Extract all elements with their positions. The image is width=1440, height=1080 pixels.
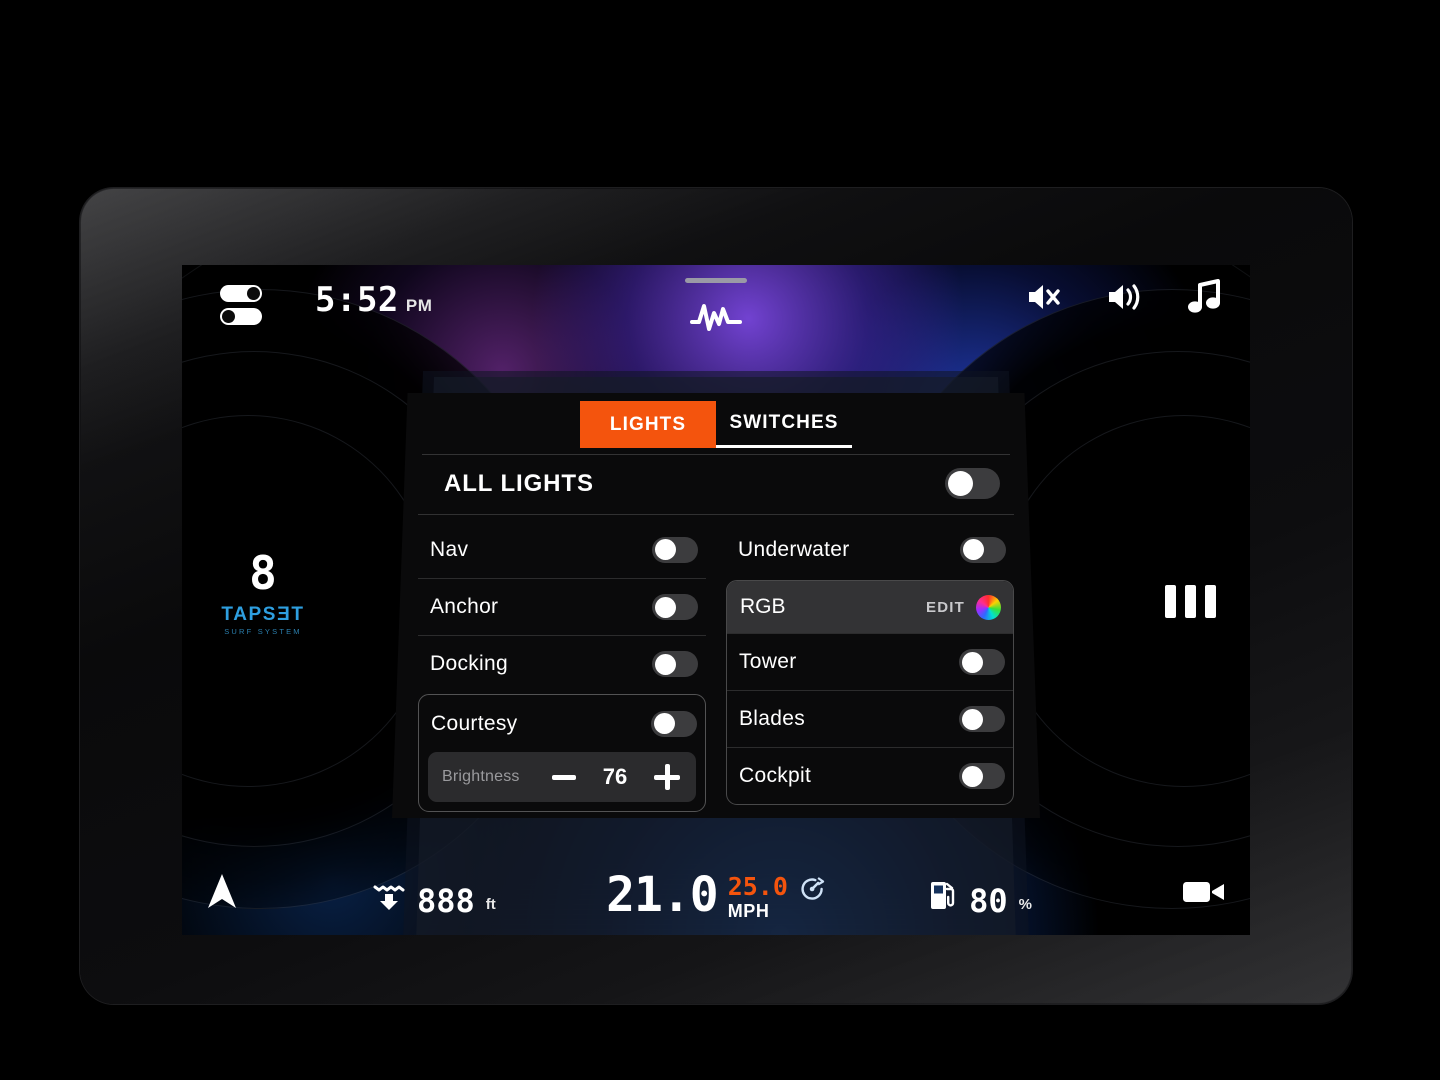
light-toggle-nav[interactable] — [652, 536, 698, 563]
drag-handle[interactable] — [685, 278, 747, 283]
tab-switches[interactable]: SWITCHES — [716, 401, 852, 448]
light-row-docking[interactable]: Docking — [418, 635, 706, 692]
clock: 5:52 PM — [315, 280, 432, 320]
fuel-pump-icon — [928, 878, 958, 917]
mute-icon[interactable] — [1026, 280, 1062, 314]
lights-columns: Nav Anchor Docking Courtesy Brightness 7… — [418, 521, 1014, 812]
light-row-tower[interactable]: Tower — [727, 633, 1013, 690]
toggle-knob — [963, 539, 984, 560]
taps-surf-system-widget[interactable]: 8 TAPSƎT SURF SYSTEM — [208, 550, 318, 636]
clock-time: 5:52 — [315, 280, 399, 320]
switch-track-top — [220, 285, 262, 302]
speed-value: 21.0 — [606, 867, 719, 923]
light-row-blades[interactable]: Blades — [727, 690, 1013, 747]
clock-meridiem: PM — [405, 296, 433, 315]
navigation-arrow-icon[interactable] — [206, 872, 238, 915]
light-label-blades: Blades — [739, 707, 806, 730]
ballast-bars-icon[interactable] — [1165, 585, 1216, 618]
rgb-label: RGB — [740, 595, 786, 618]
light-label-cockpit: Cockpit — [739, 764, 812, 787]
brightness-value: 76 — [602, 764, 628, 789]
light-row-anchor[interactable]: Anchor — [418, 578, 706, 635]
toggle-knob — [962, 708, 983, 730]
tab-lights[interactable]: LIGHTS — [580, 401, 716, 448]
switches-icon[interactable] — [220, 284, 268, 328]
light-label-underwater: Underwater — [738, 537, 850, 561]
light-toggle-cockpit[interactable] — [959, 763, 1005, 789]
light-row-courtesy[interactable]: Courtesy — [419, 695, 705, 752]
audio-waveform-icon[interactable] — [689, 297, 743, 335]
rgb-group: RGB EDIT Tower Blades Cockpit — [726, 580, 1014, 805]
speed-set-block: 25.0 MPH — [728, 874, 788, 922]
light-label-tower: Tower — [739, 650, 797, 673]
depth-sounder-icon — [372, 878, 406, 917]
brightness-label: Brightness — [442, 768, 520, 785]
toggle-knob — [655, 653, 676, 675]
light-label-anchor: Anchor — [430, 595, 499, 618]
depth-readout: 888 ft — [372, 878, 496, 917]
cruise-control-icon[interactable] — [798, 875, 826, 908]
color-wheel-icon[interactable] — [976, 594, 1001, 620]
toggle-knob — [962, 765, 983, 787]
light-label-courtesy: Courtesy — [431, 711, 518, 735]
rgb-edit-controls: EDIT — [926, 594, 1001, 620]
taps-level-value: 8 — [249, 546, 277, 600]
tabs-divider — [422, 454, 1010, 455]
brightness-increase-button[interactable] — [654, 764, 680, 790]
light-toggle-underwater[interactable] — [960, 536, 1006, 563]
light-row-cockpit[interactable]: Cockpit — [727, 747, 1013, 804]
toggle-knob — [962, 651, 983, 673]
ballast-bar-3 — [1205, 585, 1216, 618]
switch-track-bottom — [220, 308, 262, 325]
light-toggle-blades[interactable] — [959, 706, 1005, 732]
lights-panel: LIGHTS SWITCHES ALL LIGHTS Nav Anchor Do… — [392, 393, 1040, 818]
light-label-nav: Nav — [430, 537, 469, 561]
brightness-stepper: Brightness 76 — [428, 752, 696, 802]
panel-tabs: LIGHTS SWITCHES — [418, 401, 1014, 455]
status-bar-right-icons — [1026, 279, 1222, 315]
light-toggle-tower[interactable] — [959, 649, 1005, 675]
fuel-unit: % — [1018, 896, 1032, 913]
display-screen: 5:52 PM 8 TAPSƎT SURF SYSTEM LIGHTS SWIT… — [182, 265, 1250, 935]
taps-logo: TAPSƎT — [221, 604, 305, 625]
screenshot-root: 5:52 PM 8 TAPSƎT SURF SYSTEM LIGHTS SWIT… — [0, 0, 1440, 1080]
depth-unit: ft — [485, 896, 496, 913]
light-label-docking: Docking — [430, 652, 508, 675]
volume-icon[interactable] — [1106, 280, 1144, 314]
rgb-edit-label[interactable]: EDIT — [926, 599, 965, 616]
bottom-status-bar: 888 ft 21.0 25.0 MPH 80 % — [182, 849, 1250, 935]
light-toggle-anchor[interactable] — [652, 594, 698, 620]
depth-value: 888 — [417, 882, 475, 920]
speed-set-value: 25.0 — [727, 872, 788, 901]
switch-knob-bottom — [222, 310, 235, 323]
toggle-knob — [948, 471, 973, 496]
courtesy-group: Courtesy Brightness 76 — [418, 694, 706, 812]
lights-column-left: Nav Anchor Docking Courtesy Brightness 7… — [418, 521, 706, 812]
rgb-header-row[interactable]: RGB EDIT — [727, 581, 1013, 633]
ballast-bar-2 — [1185, 585, 1196, 618]
lights-column-right: Underwater RGB EDIT Tower Blades Cockpit — [726, 521, 1014, 812]
fuel-readout: 80 % — [928, 878, 1032, 917]
all-lights-row[interactable]: ALL LIGHTS — [418, 453, 1014, 515]
switch-knob-top — [247, 287, 260, 300]
all-lights-toggle[interactable] — [945, 468, 1000, 499]
light-row-underwater[interactable]: Underwater — [726, 521, 1014, 578]
ballast-bar-1 — [1165, 585, 1176, 618]
fuel-value: 80 — [969, 882, 1008, 920]
camera-icon[interactable] — [1182, 878, 1226, 911]
brightness-controls: 76 — [552, 764, 680, 790]
toggle-knob — [655, 596, 676, 618]
light-toggle-courtesy[interactable] — [651, 710, 697, 737]
speed-unit: MPH — [727, 901, 770, 921]
brightness-decrease-button[interactable] — [552, 774, 576, 780]
all-lights-label: ALL LIGHTS — [444, 469, 594, 497]
toggle-knob — [654, 713, 675, 734]
status-bar: 5:52 PM — [182, 265, 1250, 349]
taps-subtitle: SURF SYSTEM — [224, 627, 302, 636]
light-toggle-docking[interactable] — [652, 651, 698, 677]
toggle-knob — [655, 539, 676, 560]
music-note-icon[interactable] — [1188, 279, 1222, 315]
speed-readout: 21.0 25.0 MPH — [606, 871, 826, 922]
light-row-nav[interactable]: Nav — [418, 521, 706, 578]
